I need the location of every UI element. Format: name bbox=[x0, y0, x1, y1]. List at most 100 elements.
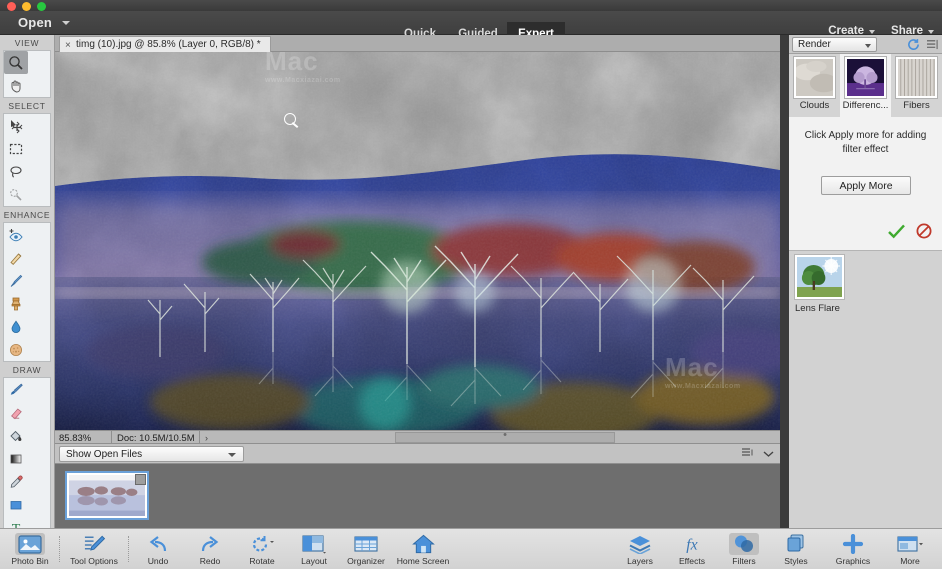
taskbar-rotate[interactable]: Rotate bbox=[236, 529, 288, 569]
taskbar-layers[interactable]: Layers bbox=[614, 529, 666, 569]
minimize-window-button[interactable] bbox=[22, 2, 31, 11]
filter-item-fibers[interactable]: Fibers bbox=[891, 54, 942, 117]
color-picker-tool-button[interactable] bbox=[4, 470, 28, 493]
document-statusbar: 85.83% Doc: 10.5M/10.5M › bbox=[55, 430, 780, 444]
taskbar-more[interactable]: More bbox=[884, 529, 936, 569]
filter-category-label: Render bbox=[798, 39, 831, 50]
photo-bin-toolbar: Show Open Files bbox=[55, 444, 780, 464]
taskbar-graphics[interactable]: Graphics bbox=[822, 529, 884, 569]
taskbar-effects[interactable]: fx Effects bbox=[666, 529, 718, 569]
rectangular-marquee-tool-button[interactable] bbox=[4, 137, 28, 160]
document-tab[interactable]: × timg (10).jpg @ 85.8% (Layer 0, RGB/8)… bbox=[59, 36, 271, 52]
cancel-icon[interactable] bbox=[916, 223, 932, 242]
apply-more-button[interactable]: Apply More bbox=[821, 176, 911, 195]
document-tabstrip: × timg (10).jpg @ 85.8% (Layer 0, RGB/8)… bbox=[55, 35, 780, 52]
taskbar-undo[interactable]: Undo bbox=[132, 529, 184, 569]
edited-photo bbox=[55, 52, 780, 430]
difference-clouds-preview-icon bbox=[845, 57, 886, 98]
panel-menu-icon[interactable] bbox=[927, 39, 938, 53]
clone-stamp-tool-button[interactable] bbox=[4, 292, 28, 315]
filters-panel-header: Render bbox=[789, 35, 942, 54]
traffic-lights bbox=[7, 2, 46, 11]
red-eye-removal-tool-button[interactable] bbox=[4, 223, 28, 246]
taskbar-layout[interactable]: Layout bbox=[288, 529, 340, 569]
quick-selection-tool-button[interactable] bbox=[4, 183, 28, 206]
taskbar-styles[interactable]: Styles bbox=[770, 529, 822, 569]
styles-icon bbox=[781, 533, 811, 555]
taskbar-label: Photo Bin bbox=[11, 556, 49, 566]
filter-item-clouds[interactable]: Clouds bbox=[789, 54, 840, 117]
taskbar-label: Styles bbox=[784, 556, 808, 566]
open-button[interactable]: Open bbox=[18, 15, 52, 30]
rotate-icon bbox=[247, 533, 277, 555]
bin-options-icon[interactable] bbox=[742, 448, 754, 461]
toolbox-group-select bbox=[3, 113, 51, 207]
chevron-down-icon bbox=[928, 30, 934, 34]
taskbar-tool-options[interactable]: Tool Options bbox=[63, 529, 125, 569]
move-tool-button[interactable] bbox=[4, 114, 28, 137]
toolbox: VIEW SELECT ENHANCE DRAW bbox=[0, 35, 55, 569]
open-chevron-down-icon[interactable] bbox=[62, 21, 70, 25]
home-icon bbox=[408, 533, 438, 555]
toolbox-section-draw: DRAW bbox=[12, 365, 42, 375]
taskbar-photo-bin[interactable]: Photo Bin bbox=[4, 529, 56, 569]
thumbnail-edit-badge bbox=[135, 474, 146, 485]
checkmark-icon[interactable] bbox=[888, 224, 905, 242]
redo-icon bbox=[195, 533, 225, 555]
toolbox-group-view bbox=[3, 50, 51, 98]
taskbar-label: Tool Options bbox=[70, 556, 118, 566]
filter-category-select[interactable]: Render bbox=[792, 37, 877, 52]
lens-flare-preview-icon[interactable] bbox=[795, 255, 844, 299]
filter-extra-list: Lens Flare bbox=[789, 251, 942, 528]
toolbox-section-view: VIEW bbox=[14, 38, 40, 48]
svg-text:fx: fx bbox=[686, 537, 697, 554]
sponge-tool-button[interactable] bbox=[4, 338, 28, 361]
chevron-down-icon bbox=[228, 453, 236, 457]
toolbox-group-enhance bbox=[3, 222, 51, 362]
taskbar-home-screen[interactable]: Home Screen bbox=[392, 529, 454, 569]
layout-icon bbox=[299, 533, 329, 555]
photo-bin-filter-select[interactable]: Show Open Files bbox=[59, 446, 244, 462]
filter-options-body: Click Apply more for adding filter effec… bbox=[789, 117, 942, 251]
canvas-horizontal-scrollbar[interactable] bbox=[395, 432, 615, 443]
document-tab-label: timg (10).jpg @ 85.8% (Layer 0, RGB/8) * bbox=[76, 39, 261, 50]
image-canvas[interactable]: Mac www.Macxiazai.com Mac www.Macxiazai.… bbox=[55, 52, 780, 430]
document-size: Doc: 10.5M/10.5M bbox=[117, 433, 195, 444]
lens-flare-label: Lens Flare bbox=[795, 303, 840, 314]
zoom-tool-button[interactable] bbox=[4, 51, 28, 74]
statusbar-divider bbox=[111, 431, 112, 444]
filters-icon bbox=[729, 533, 759, 555]
spot-healing-brush-tool-button[interactable] bbox=[4, 246, 28, 269]
reset-icon[interactable] bbox=[907, 38, 920, 54]
taskbar-left-group: Photo Bin Tool Options Undo Redo Rotate … bbox=[4, 529, 454, 569]
close-icon[interactable]: × bbox=[65, 38, 71, 53]
filter-item-difference-clouds[interactable]: Differenc... bbox=[840, 54, 891, 117]
shape-tool-button[interactable] bbox=[4, 493, 28, 516]
fibers-preview-icon bbox=[896, 57, 937, 98]
taskbar-organizer[interactable]: Organizer bbox=[340, 529, 392, 569]
hand-tool-button[interactable] bbox=[4, 74, 28, 97]
zoom-level[interactable]: 85.83% bbox=[59, 433, 91, 444]
taskbar-filters[interactable]: Filters bbox=[718, 529, 770, 569]
paint-bucket-tool-button[interactable] bbox=[4, 424, 28, 447]
photo-bin-thumbnail[interactable] bbox=[65, 471, 149, 520]
gradient-tool-button[interactable] bbox=[4, 447, 28, 470]
blur-tool-button[interactable] bbox=[4, 315, 28, 338]
taskbar-divider bbox=[128, 536, 129, 562]
bin-collapse-chevron-icon[interactable] bbox=[763, 449, 774, 461]
smart-brush-tool-button[interactable] bbox=[4, 269, 28, 292]
taskbar-redo[interactable]: Redo bbox=[184, 529, 236, 569]
close-window-button[interactable] bbox=[7, 2, 16, 11]
confirm-cancel-row bbox=[888, 223, 932, 242]
lasso-tool-button[interactable] bbox=[4, 160, 28, 183]
filters-panel: Render Clouds Differenc... Fibers Click … bbox=[789, 35, 942, 528]
photoshop-elements-window: Open Quick Guided Expert Create Share VI… bbox=[0, 0, 942, 569]
undo-icon bbox=[143, 533, 173, 555]
eraser-tool-button[interactable] bbox=[4, 401, 28, 424]
zoom-window-button[interactable] bbox=[37, 2, 46, 11]
brush-tool-button[interactable] bbox=[4, 378, 28, 401]
statusbar-expand-icon[interactable]: › bbox=[205, 433, 208, 443]
statusbar-divider bbox=[199, 431, 200, 444]
taskbar-label: Filters bbox=[732, 556, 756, 566]
taskbar-label: Redo bbox=[199, 556, 221, 566]
